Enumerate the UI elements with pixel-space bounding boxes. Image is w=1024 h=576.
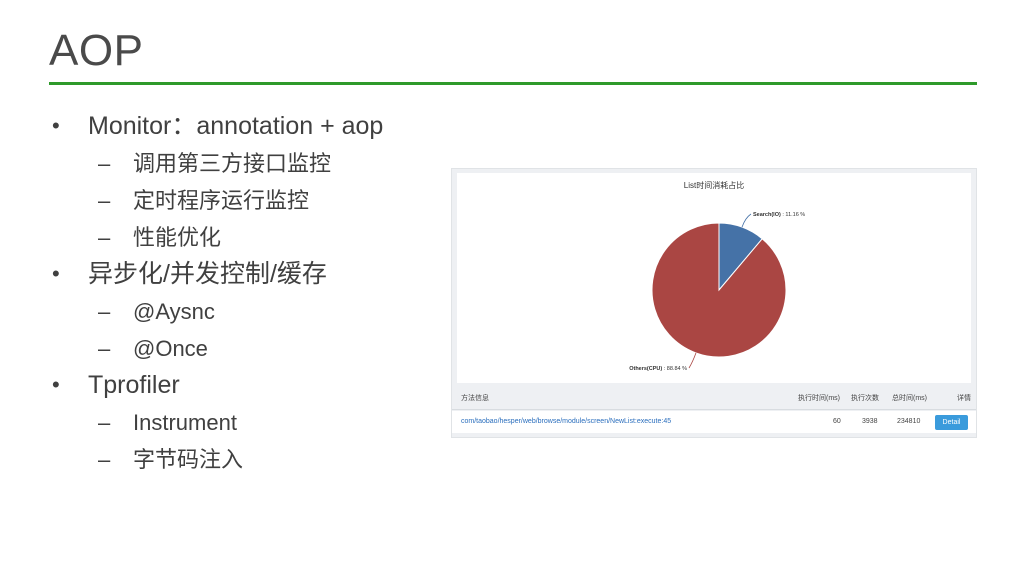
sub-bullet-item: – 定时程序运行监控 — [52, 182, 383, 219]
bullet-list: • Monitor：annotation + aop – 调用第三方接口监控 – 定时… — [52, 108, 383, 478]
sub-bullet-item: – @Once — [52, 330, 383, 367]
sub-bullet-marker: – — [98, 410, 111, 435]
sub-bullet-text: 调用第三方接口监控 — [133, 151, 332, 176]
sub-bullet-marker: – — [98, 151, 111, 176]
title-divider — [49, 82, 977, 85]
sub-bullet-marker: – — [98, 336, 111, 361]
col-header-exec-time: 执行时间(ms) — [798, 395, 840, 402]
col-header-method: 方法信息 — [461, 395, 489, 402]
chart-title: List时间消耗占比 — [684, 180, 744, 190]
col-header-total: 总时间(ms) — [892, 395, 927, 402]
bullet-marker: • — [52, 113, 60, 138]
table-row: com/taobao/hesper/web/browse/module/scre… — [452, 411, 976, 433]
bullet-text: Tprofiler — [88, 371, 180, 399]
method-link[interactable]: com/taobao/hesper/web/browse/module/scre… — [461, 411, 671, 433]
col-header-count: 执行次数 — [851, 395, 879, 402]
sub-bullet-text: @Once — [133, 336, 208, 361]
bullet-item: • 异步化/并发控制/缓存 — [52, 256, 383, 293]
col-header-detail: 详情 — [957, 395, 971, 402]
sub-bullet-text: 定时程序运行监控 — [133, 188, 310, 213]
bullet-item: • Monitor：annotation + aop — [52, 108, 383, 145]
sub-bullet-item: – Instrument — [52, 404, 383, 441]
pie-slice-others-cpu[interactable] — [651, 222, 787, 358]
sub-bullet-item: – @Aysnc — [52, 293, 383, 330]
slice-connector — [688, 352, 697, 369]
sub-bullet-marker: – — [98, 188, 111, 213]
sub-bullet-text: 字节码注入 — [133, 447, 244, 472]
bullet-text: 异步化/并发控制/缓存 — [88, 260, 327, 288]
table-header: 方法信息 执行时间(ms) 执行次数 总时间(ms) 详情 — [452, 389, 976, 410]
total-time-value: 234810 — [897, 418, 921, 425]
chart-area: List时间消耗占比 Search(IO) : 11.16 % Others(CP… — [457, 173, 971, 383]
slice-label: Others(CPU) : 88.84 % — [629, 366, 687, 372]
profiler-screenshot: List时间消耗占比 Search(IO) : 11.16 % Others(CP… — [451, 168, 977, 438]
bullet-marker: • — [52, 372, 60, 397]
bullet-item: • Tprofiler — [52, 367, 383, 404]
sub-bullet-marker: – — [98, 225, 111, 250]
slide-title: AOP — [49, 26, 144, 75]
sub-bullet-item: – 性能优化 — [52, 219, 383, 256]
sub-bullet-marker: – — [98, 299, 111, 324]
bullet-marker: • — [52, 261, 60, 286]
exec-time-value: 60 — [833, 418, 841, 425]
bullet-text: Monitor：annotation + aop — [88, 112, 384, 140]
sub-bullet-item: – 调用第三方接口监控 — [52, 145, 383, 182]
sub-bullet-marker: – — [98, 447, 111, 472]
slice-connector — [741, 213, 752, 228]
sub-bullet-text: Instrument — [133, 410, 237, 435]
detail-button[interactable]: Detail — [935, 415, 968, 430]
count-value: 3938 — [862, 418, 878, 425]
slice-label: Search(IO) : 11.16 % — [753, 212, 805, 218]
sub-bullet-text: 性能优化 — [133, 225, 222, 250]
sub-bullet-item: – 字节码注入 — [52, 441, 383, 478]
pie-chart: List时间消耗占比 Search(IO) : 11.16 % Others(CP… — [629, 180, 805, 372]
sub-bullet-text: @Aysnc — [133, 299, 215, 324]
